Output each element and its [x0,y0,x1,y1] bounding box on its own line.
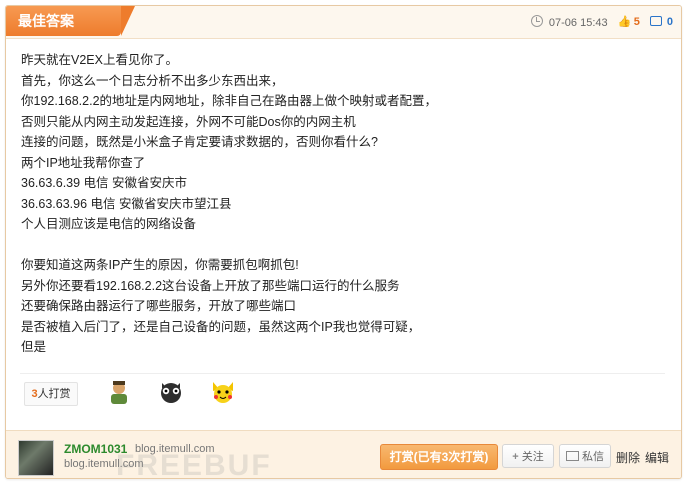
answer-meta: 07-06 15:43 👍 5 0 [530,15,673,29]
comment-count: 0 [666,16,673,28]
reward-bar: 3人打赏 [20,373,665,414]
answer-line: 36.63.6.39 电信 安徽省安庆市 [21,176,188,190]
answer-header: 最佳答案 07-06 15:43 👍 5 0 [6,6,681,39]
answer-line: 连接的问题，既然是小米盒子肯定要请求数据的，否则你看什么? [21,135,378,149]
clock-icon [530,15,543,27]
answer-line: 36.63.63.96 电信 安徽省安庆市望江县 [21,196,232,211]
answer-line: 昨天就在V2EX上看见你了。 [21,53,178,67]
thumbs-up-icon: 👍 [617,16,632,28]
follow-button[interactable]: + 关注 [502,444,554,468]
answer-line: 另外你还要看192.168.2.2这台设备上开放了那些端口运行的什么服务 [21,278,400,293]
best-answer-badge: 最佳答案 [6,6,135,36]
rewarder-avatar[interactable] [106,379,132,405]
reward-count-pill[interactable]: 3人打赏 [24,382,78,406]
answer-line: 但是 [21,340,47,354]
best-answer-card: 最佳答案 07-06 15:43 👍 5 0 昨天就在V2EX上看见你了。 首先… [5,5,682,479]
like-count: 5 [633,16,640,28]
timestamp: 07-06 15:43 [530,15,608,29]
timestamp-text: 07-06 15:43 [548,17,608,29]
answer-line: 否则只能从内网主动发起连接，外网不可能Dos你的内网主机 [21,114,356,129]
rewarder-avatar[interactable] [158,379,184,405]
answer-line: 两个IP地址我帮你查了 [21,155,146,170]
user-avatar[interactable] [18,440,54,476]
answer-body: 昨天就在V2EX上看见你了。 首先，你这么一个日志分析不出多少东西出来， 你19… [21,50,661,358]
like-button[interactable]: 👍 5 [618,16,640,28]
message-label: 私信 [582,451,604,463]
answer-line: 是否被植入后门了，还是自己设备的问题，虽然这两个IP我也觉得可疑， [21,319,421,334]
answer-footer: ZMOM1031 blog.itemull.com blog.itemull.c… [6,430,681,479]
comment-button[interactable]: 0 [649,16,673,28]
answer-line: 个人目测应该是电信的网络设备 [21,217,197,231]
comment-icon [649,16,662,26]
answer-line: 你要知道这两条IP产生的原因，你需要抓包啊抓包! [21,258,299,272]
rewarder-avatar[interactable] [210,379,236,405]
reward-button[interactable]: 打赏(已有3次打赏) [380,444,498,470]
follow-label: 关注 [521,451,544,463]
envelope-icon [566,451,579,461]
answer-line: 还要确保路由器运行了哪些服务，开放了哪些端口 [21,299,297,313]
edit-link[interactable]: 编辑 [645,449,669,466]
message-button[interactable]: 私信 [559,444,611,468]
answer-line: 首先，你这么一个日志分析不出多少东西出来， [21,73,284,88]
plus-icon: + [512,451,519,463]
answer-line [21,235,661,256]
answer-line: 你192.168.2.2的地址是内网地址，除非自己在路由器上做个映射或者配置， [21,94,438,108]
watermark-text: FREEBUF [116,449,272,479]
delete-link[interactable]: 删除 [616,449,640,466]
reward-label: 人打赏 [37,388,71,400]
